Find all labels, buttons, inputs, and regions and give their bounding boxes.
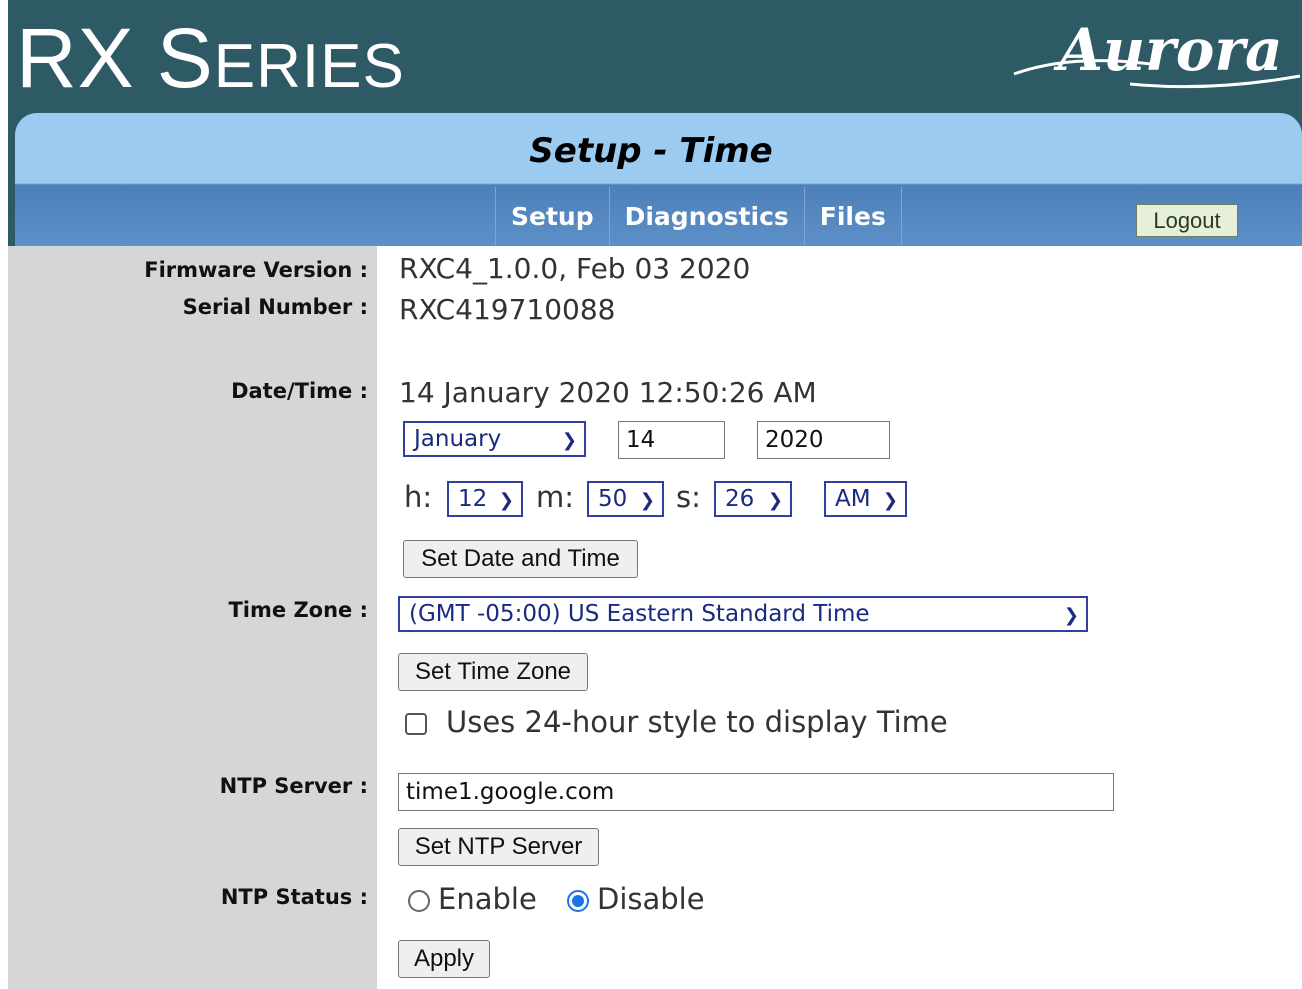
- serial-value: RXC419710088: [399, 293, 616, 326]
- tab-diagnostics[interactable]: Diagnostics: [608, 187, 804, 246]
- page-title: Setup - Time: [529, 131, 773, 171]
- chevron-down-icon: ❯: [767, 490, 783, 511]
- tab-setup[interactable]: Setup: [495, 187, 609, 246]
- ntp-enable-radio[interactable]: [408, 890, 430, 912]
- minute-select-value: 50: [598, 486, 628, 512]
- ntp-disable-label: Disable: [597, 882, 705, 916]
- datetime-current: 14 January 2020 12:50:26 AM: [399, 376, 817, 409]
- minute-label: m:: [536, 480, 575, 514]
- ampm-select[interactable]: AM ❯: [824, 481, 907, 517]
- svg-text:Aurora: Aurora: [1053, 16, 1283, 84]
- banner-edge: [0, 0, 8, 246]
- ntp-enable-label: Enable: [438, 882, 537, 916]
- timezone-select[interactable]: (GMT -05:00) US Eastern Standard Time ❯: [398, 596, 1088, 632]
- year-input[interactable]: 2020: [757, 421, 890, 459]
- chevron-down-icon: ❯: [882, 490, 898, 511]
- ampm-select-value: AM: [835, 486, 871, 512]
- second-select-value: 26: [725, 486, 755, 512]
- second-label: s:: [676, 480, 701, 514]
- second-select[interactable]: 26 ❯: [714, 481, 792, 517]
- set-ntp-server-button[interactable]: Set NTP Server: [398, 828, 599, 866]
- set-time-zone-button[interactable]: Set Time Zone: [398, 653, 588, 691]
- ntp-server-label: NTP Server :: [219, 774, 368, 798]
- hour24-label: Uses 24-hour style to display Time: [446, 705, 948, 739]
- firmware-label: Firmware Version :: [144, 258, 368, 282]
- nav-bar: Setup Diagnostics Files: [495, 187, 902, 246]
- chevron-down-icon: ❯: [639, 490, 655, 511]
- chevron-down-icon: ❯: [561, 430, 577, 451]
- timezone-label: Time Zone :: [228, 598, 368, 622]
- hour-select[interactable]: 12 ❯: [447, 481, 523, 517]
- month-select-value: January: [414, 426, 502, 452]
- aurora-logo: Aurora: [1010, 14, 1302, 98]
- firmware-value: RXC4_1.0.0, Feb 03 2020: [399, 252, 751, 285]
- minute-select[interactable]: 50 ❯: [587, 481, 664, 517]
- timezone-select-value: (GMT -05:00) US Eastern Standard Time: [409, 601, 870, 627]
- ntp-disable-radio[interactable]: [567, 890, 589, 912]
- serial-label: Serial Number :: [182, 295, 368, 319]
- hour-select-value: 12: [458, 486, 488, 512]
- tab-files[interactable]: Files: [803, 187, 902, 246]
- hour24-checkbox[interactable]: [405, 713, 427, 735]
- set-date-time-button[interactable]: Set Date and Time: [403, 540, 638, 578]
- ntp-status-label: NTP Status :: [220, 885, 368, 909]
- datetime-label: Date/Time :: [231, 379, 368, 403]
- day-input[interactable]: 14: [618, 421, 725, 459]
- chevron-down-icon: ❯: [498, 490, 514, 511]
- chevron-down-icon: ❯: [1063, 605, 1079, 626]
- month-select[interactable]: January ❯: [403, 421, 586, 457]
- logout-button[interactable]: Logout: [1136, 204, 1238, 237]
- ntp-server-input[interactable]: time1.google.com: [398, 773, 1114, 811]
- hour-label: h:: [404, 480, 433, 514]
- apply-button[interactable]: Apply: [398, 940, 490, 978]
- product-title: RX SERIES: [16, 11, 405, 105]
